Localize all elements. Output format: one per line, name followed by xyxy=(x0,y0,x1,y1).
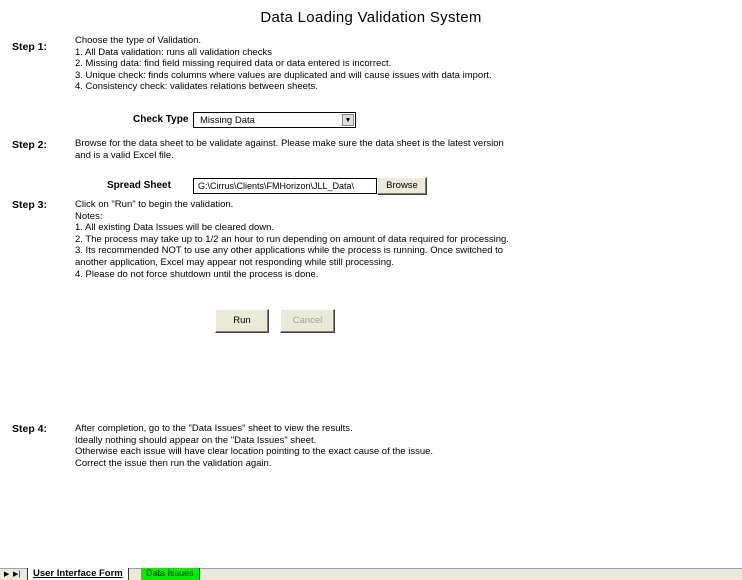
spread-sheet-path-input[interactable]: G:\Cirrus\Clients\FMHorizon\JLL_Data\ xyxy=(193,178,377,194)
chevron-down-icon[interactable]: ▼ xyxy=(342,114,354,126)
step1-line: 3. Unique check: finds columns where val… xyxy=(75,69,492,81)
step3-text: Click on "Run" to begin the validation. … xyxy=(75,199,509,280)
check-type-select[interactable]: Missing Data ▼ xyxy=(193,112,356,128)
step3-line: 3. Its recommended NOT to use any other … xyxy=(75,245,504,257)
step1-label: Step 1: xyxy=(12,41,48,53)
step1-line: 4. Consistency check: validates relation… xyxy=(75,81,318,93)
step4-line: Correct the issue then run the validatio… xyxy=(75,457,272,469)
sheet-tab-bar: ▶ ▶| User Interface Form Data Issues xyxy=(0,568,742,580)
step4-line: Ideally nothing should appear on the "Da… xyxy=(75,434,317,446)
step3-line: 2. The process may take up to 1/2 an hou… xyxy=(75,233,509,245)
step2-label: Step 2: xyxy=(12,139,48,151)
step1-line: Choose the type of Validation. xyxy=(75,35,202,46)
step4-text: After completion, go to the "Data Issues… xyxy=(75,423,433,469)
check-type-label: Check Type xyxy=(133,114,189,125)
first-sheet-nav-icon[interactable]: ▶ xyxy=(4,569,9,580)
tab-data-issues[interactable]: Data Issues xyxy=(141,568,200,580)
step1-line: 1. All Data validation: runs all validat… xyxy=(75,46,272,58)
step3-label: Step 3: xyxy=(12,199,48,211)
step3-line: 4. Please do not force shutdown until th… xyxy=(75,268,319,280)
step4-label: Step 4: xyxy=(12,423,48,435)
browse-button[interactable]: Browse xyxy=(377,177,427,195)
step1-text: Choose the type of Validation. 1. All Da… xyxy=(75,35,492,93)
step4-line: Otherwise each issue will have clear loc… xyxy=(75,446,434,458)
tab-user-interface-form[interactable]: User Interface Form xyxy=(27,568,129,580)
last-sheet-nav-icon[interactable]: ▶| xyxy=(13,569,20,580)
step3-line: 1. All existing Data Issues will be clea… xyxy=(75,222,275,234)
step2-line: and is a valid Excel file. xyxy=(75,149,174,161)
step2-text: Browse for the data sheet to be validate… xyxy=(75,138,504,161)
step3-line: another application, Excel may appear no… xyxy=(75,256,394,268)
run-button[interactable]: Run xyxy=(215,309,269,333)
step3-line: Click on "Run" to begin the validation. xyxy=(75,199,234,210)
step3-line: Notes: xyxy=(75,210,103,222)
check-type-value: Missing Data xyxy=(200,115,255,126)
cancel-button[interactable]: Cancel xyxy=(280,309,335,333)
step2-line: Browse for the data sheet to be validate… xyxy=(75,138,504,149)
step1-line: 2. Missing data: find field missing requ… xyxy=(75,58,392,70)
page-title: Data Loading Validation System xyxy=(260,9,482,26)
step4-line: After completion, go to the "Data Issues… xyxy=(75,423,353,434)
spread-sheet-label: Spread Sheet xyxy=(107,180,171,191)
